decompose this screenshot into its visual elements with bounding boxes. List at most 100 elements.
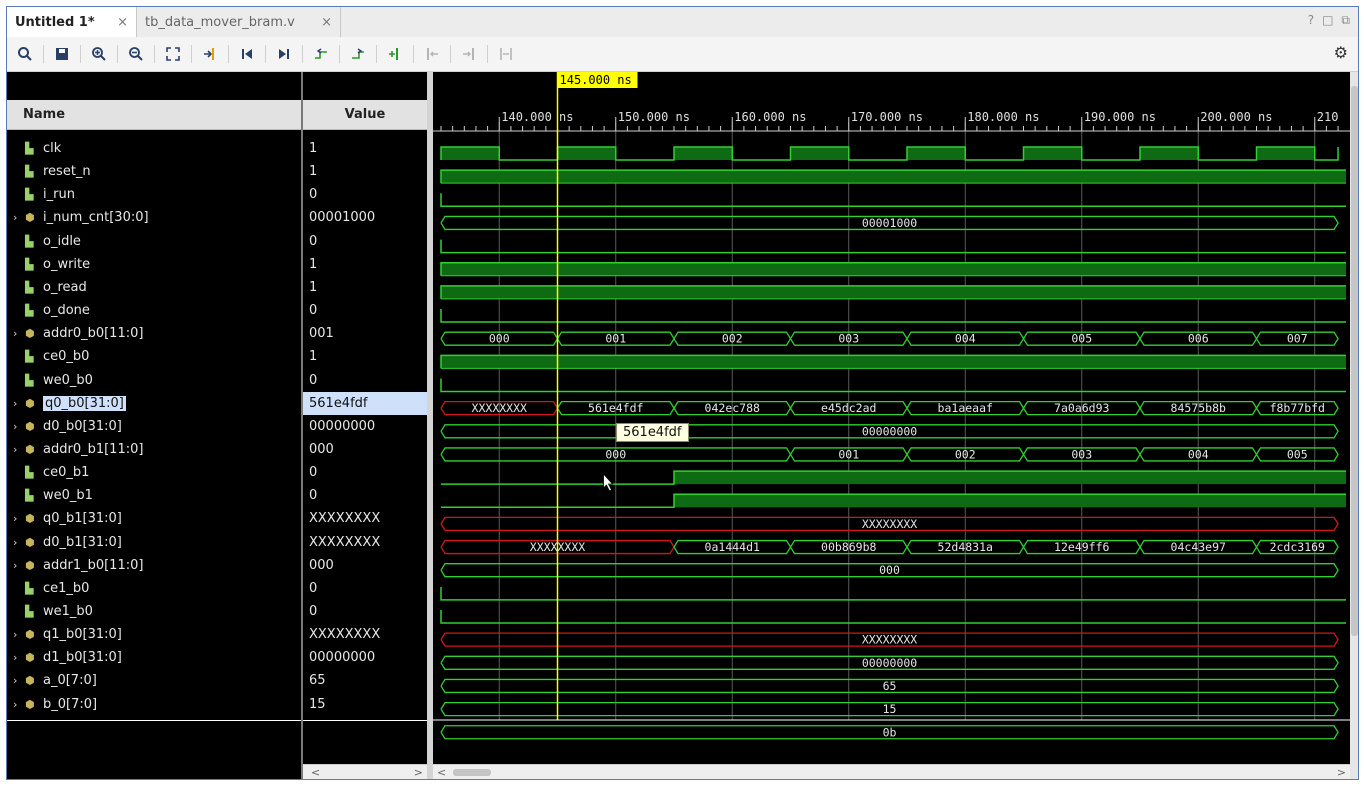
search-icon[interactable] [13, 42, 37, 66]
value-column-header[interactable]: Value [303, 100, 427, 130]
signal-value[interactable]: 0 [303, 183, 427, 206]
expand-chevron-icon[interactable]: › [13, 536, 25, 549]
signal-value[interactable]: 15 [303, 693, 427, 716]
signal-value[interactable]: 0 [303, 600, 427, 623]
maximize-icon[interactable]: □ [1322, 13, 1333, 28]
expand-chevron-icon[interactable]: › [13, 512, 25, 525]
go-to-time-zero-icon[interactable] [235, 42, 259, 66]
signal-row[interactable]: › ⬢ q0_b0[31:0] [7, 392, 301, 415]
signal-value[interactable]: XXXXXXXX [303, 507, 427, 530]
horizontal-scroll-thumb[interactable] [453, 769, 491, 776]
expand-chevron-icon[interactable]: › [13, 651, 25, 664]
tab-close-icon[interactable]: × [117, 15, 128, 30]
signal-row[interactable]: ▙ ce1_b0 [7, 577, 301, 600]
signal-row[interactable]: ▙ reset_n [7, 160, 301, 183]
signal-row[interactable]: › ⬢ addr0_b0[11:0] [7, 322, 301, 345]
tab-testbench[interactable]: tb_data_mover_bram.v × [137, 7, 341, 37]
signal-value[interactable]: 1 [303, 345, 427, 368]
expand-chevron-icon[interactable]: › [13, 327, 25, 340]
expand-chevron-icon[interactable]: › [13, 420, 25, 433]
tab-untitled[interactable]: Untitled 1* × [7, 7, 137, 37]
tab-close-icon[interactable]: × [321, 15, 332, 30]
vertical-scrollbar[interactable] [1350, 72, 1358, 779]
zoom-fit-icon[interactable] [161, 42, 185, 66]
toolbar-separator [265, 45, 266, 63]
signal-row[interactable]: › ⬢ i_num_cnt[30:0] [7, 206, 301, 229]
signal-row[interactable]: ▙ we0_b1 [7, 484, 301, 507]
scroll-right-icon[interactable]: > [1337, 766, 1346, 779]
signal-value[interactable]: XXXXXXXX [303, 623, 427, 646]
name-column-header[interactable]: Name [7, 100, 301, 130]
signal-row[interactable]: ▙ o_done [7, 299, 301, 322]
previous-transition-icon[interactable] [309, 42, 333, 66]
signal-row[interactable]: ▙ o_write [7, 253, 301, 276]
float-icon[interactable]: ⧉ [1341, 13, 1350, 28]
signal-row[interactable]: ▙ i_run [7, 183, 301, 206]
signal-row[interactable]: › ⬢ a_0[7:0] [7, 669, 301, 692]
signal-row[interactable]: › ⬢ d1_b0[31:0] [7, 646, 301, 669]
signal-value[interactable]: 00000000 [303, 646, 427, 669]
gear-icon[interactable]: ⚙ [1334, 43, 1348, 62]
signal-value[interactable]: 0 [303, 230, 427, 253]
signal-row[interactable]: ▙ ce0_b1 [7, 461, 301, 484]
previous-marker-icon[interactable] [420, 42, 444, 66]
expand-chevron-icon[interactable]: › [13, 559, 25, 572]
waveform-pane[interactable]: 140.000 ns 150.000 ns 160.000 ns 170.000 ns… [433, 72, 1350, 779]
signal-value[interactable]: XXXXXXXX [303, 531, 427, 554]
scroll-left-icon[interactable]: < [311, 766, 320, 779]
swap-cursors-icon[interactable] [494, 42, 518, 66]
signal-row[interactable]: ▙ o_read [7, 276, 301, 299]
bit-signal-icon: ▙ [25, 373, 34, 387]
expand-chevron-icon[interactable]: › [13, 443, 25, 456]
signal-row[interactable]: › ⬢ q0_b1[31:0] [7, 507, 301, 530]
signal-value[interactable]: 65 [303, 669, 427, 692]
help-icon[interactable]: ? [1308, 13, 1314, 28]
zoom-out-icon[interactable] [124, 42, 148, 66]
signal-value[interactable]: 0 [303, 577, 427, 600]
signal-row[interactable]: › ⬢ addr0_b1[11:0] [7, 438, 301, 461]
expand-chevron-icon[interactable]: › [13, 211, 25, 224]
signal-row[interactable]: ▙ we1_b0 [7, 600, 301, 623]
signal-row[interactable]: ▙ clk [7, 137, 301, 160]
signal-value[interactable]: 561e4fdf [303, 391, 427, 415]
signal-value[interactable]: 0 [303, 299, 427, 322]
signal-value[interactable]: 1 [303, 137, 427, 160]
signal-row[interactable]: ▙ we0_b0 [7, 369, 301, 392]
next-marker-icon[interactable] [457, 42, 481, 66]
bus-value-label: 000 [489, 332, 510, 346]
value-horizontal-scrollbar[interactable]: < > [303, 764, 427, 779]
signal-row[interactable]: ▙ ce0_b0 [7, 345, 301, 368]
signal-value[interactable]: 00000000 [303, 415, 427, 438]
expand-chevron-icon[interactable]: › [13, 698, 25, 711]
save-icon[interactable] [50, 42, 74, 66]
expand-chevron-icon[interactable]: › [13, 628, 25, 641]
go-to-last-time-icon[interactable] [272, 42, 296, 66]
signal-value[interactable]: 1 [303, 253, 427, 276]
signal-row[interactable]: › ⬢ q1_b0[31:0] [7, 623, 301, 646]
signal-value[interactable]: 000 [303, 554, 427, 577]
signal-row[interactable]: › ⬢ addr1_b0[11:0] [7, 554, 301, 577]
waveform-canvas[interactable]: 140.000 ns 150.000 ns 160.000 ns 170.000 ns… [433, 72, 1350, 764]
signal-row[interactable]: › ⬢ b_0[7:0] [7, 693, 301, 716]
signal-value[interactable]: 00001000 [303, 206, 427, 229]
signal-row[interactable]: › ⬢ d0_b0[31:0] [7, 415, 301, 438]
scroll-right-icon[interactable]: > [414, 766, 423, 779]
signal-value[interactable]: 001 [303, 322, 427, 345]
waveform-horizontal-scrollbar[interactable]: < > [433, 764, 1350, 779]
next-transition-icon[interactable] [346, 42, 370, 66]
signal-value[interactable]: 000 [303, 438, 427, 461]
signal-row[interactable]: ▙ o_idle [7, 230, 301, 253]
signal-value[interactable]: 0 [303, 461, 427, 484]
expand-chevron-icon[interactable]: › [13, 397, 25, 410]
signal-value[interactable]: 1 [303, 160, 427, 183]
signal-row[interactable]: › ⬢ d0_b1[31:0] [7, 531, 301, 554]
zoom-in-icon[interactable] [87, 42, 111, 66]
add-marker-icon[interactable] [383, 42, 407, 66]
signal-value[interactable]: 1 [303, 276, 427, 299]
scroll-left-icon[interactable]: < [437, 766, 446, 779]
go-to-cursor-icon[interactable] [198, 42, 222, 66]
signal-value[interactable]: 0 [303, 369, 427, 392]
vertical-scroll-thumb[interactable] [1351, 86, 1358, 636]
expand-chevron-icon[interactable]: › [13, 674, 25, 687]
signal-value[interactable]: 0 [303, 484, 427, 507]
